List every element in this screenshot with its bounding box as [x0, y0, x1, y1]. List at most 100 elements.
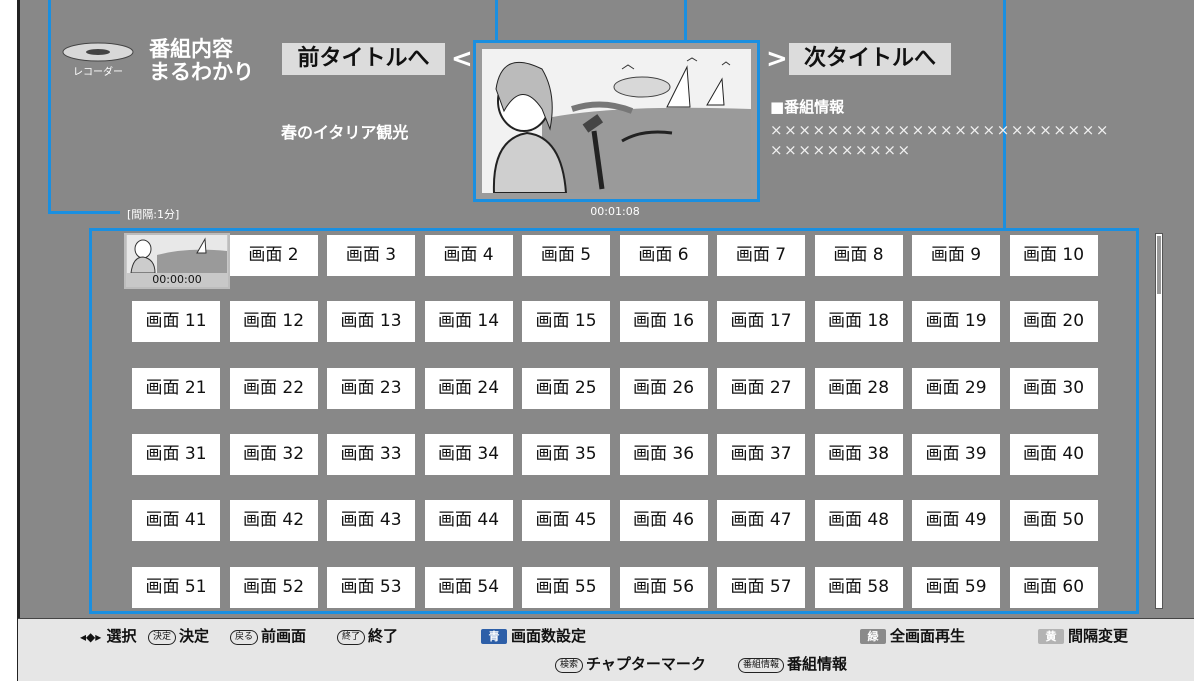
- thumbnail-cell[interactable]: 画面 35: [522, 433, 610, 475]
- search-hint: 検索 チャプターマーク: [555, 653, 706, 674]
- thumbnail-cell[interactable]: 画面 30: [1009, 367, 1098, 409]
- info-hint: 番組情報 番組情報: [738, 653, 847, 674]
- thumbnail-cell[interactable]: 画面 33: [327, 433, 415, 475]
- thumbnail-cell[interactable]: 画面 43: [327, 500, 415, 542]
- thumbnail-cell[interactable]: 画面 49: [912, 500, 1000, 542]
- green-key-icon: 緑: [860, 629, 886, 644]
- thumbnail-cell[interactable]: 画面 25: [522, 367, 610, 409]
- thumbnail-cell[interactable]: 画面 38: [814, 433, 903, 475]
- thumbnail-cell[interactable]: 画面 39: [912, 433, 1000, 475]
- thumbnail-cell[interactable]: 画面 12: [229, 301, 318, 343]
- chevron-left-icon[interactable]: <: [451, 44, 473, 74]
- thumbnail-cell[interactable]: 画面 60: [1009, 566, 1098, 608]
- thumbnail-cell[interactable]: 画面 22: [229, 367, 318, 409]
- thumbnail-cell[interactable]: 画面 59: [912, 566, 1000, 608]
- thumbnail-cell[interactable]: 画面 19: [912, 301, 1000, 343]
- scrollbar[interactable]: [1155, 233, 1163, 609]
- thumbnail-cell[interactable]: 画面 45: [522, 500, 610, 542]
- thumbnail-cell[interactable]: 画面 50: [1009, 500, 1098, 542]
- thumbnail-cell[interactable]: 画面 26: [619, 367, 708, 409]
- thumbnail-cell[interactable]: 画面 52: [229, 566, 318, 608]
- enter-key-icon: 決定: [148, 630, 177, 645]
- select-hint: ◂◆▸ 選択: [80, 625, 137, 646]
- thumbnail-cell[interactable]: 画面 16: [619, 301, 708, 343]
- thumbnail-cell[interactable]: 画面 23: [327, 367, 415, 409]
- enter-hint: 決定 決定: [148, 625, 209, 646]
- thumbnail-cell[interactable]: 画面 58: [814, 566, 903, 608]
- thumbnail-cell[interactable]: 画面 5: [522, 235, 610, 276]
- thumbnail-cell[interactable]: 画面 9: [912, 235, 1000, 276]
- thumbnail-cell[interactable]: 画面 54: [424, 566, 513, 608]
- enter-label: 決定: [179, 627, 210, 645]
- interval-label: [間隔:1分]: [127, 208, 180, 221]
- thumbnail-cell[interactable]: 画面 51: [132, 566, 220, 608]
- thumbnail-cell[interactable]: 画面 31: [132, 433, 220, 475]
- thumbnail-cell[interactable]: 画面 28: [814, 367, 903, 409]
- bezel-edge: [17, 0, 20, 681]
- back-label: 前画面: [261, 627, 307, 645]
- yellow-key-label: 間隔変更: [1068, 627, 1129, 645]
- thumbnail-cell[interactable]: 画面 17: [717, 301, 805, 343]
- callout-line: [684, 0, 687, 42]
- thumbnail-cell[interactable]: 画面 10: [1009, 235, 1098, 276]
- disc-icon: [62, 42, 134, 62]
- thumbnail-cell[interactable]: 画面 27: [717, 367, 805, 409]
- program-info-heading: ■番組情報: [770, 98, 845, 116]
- thumbnail-cell[interactable]: 画面 34: [424, 433, 513, 475]
- thumbnail-cell[interactable]: 画面 24: [424, 367, 513, 409]
- program-info-text: ××××××××××××××××××××××××××××××××××: [770, 121, 1111, 159]
- thumbnail-cell[interactable]: 画面 47: [717, 500, 805, 542]
- info-key-icon: 番組情報: [738, 658, 785, 673]
- thumbnail-cell[interactable]: 画面 7: [717, 235, 805, 276]
- blue-key-hint: 青画面数設定: [481, 625, 586, 646]
- preview-image: [482, 49, 751, 193]
- thumbnail-cell[interactable]: 画面 20: [1009, 301, 1098, 343]
- scrollbar-thumb[interactable]: [1157, 236, 1161, 294]
- thumbnail-cell[interactable]: 画面 6: [619, 235, 708, 276]
- thumbnail-cell[interactable]: 画面 14: [424, 301, 513, 343]
- thumbnail-cell[interactable]: 画面 8: [814, 235, 903, 276]
- thumbnail-cell[interactable]: 画面 13: [327, 301, 415, 343]
- prev-title-button[interactable]: 前タイトルへ: [282, 43, 445, 75]
- thumbnail-cell[interactable]: 画面 2: [229, 235, 318, 276]
- program-title: 春のイタリア観光: [281, 123, 409, 142]
- callout-line: [495, 0, 498, 42]
- thumbnail-cell[interactable]: 画面 46: [619, 500, 708, 542]
- thumbnail-cell[interactable]: 画面 11: [132, 301, 220, 343]
- thumbnail-cell[interactable]: 画面 3: [327, 235, 415, 276]
- thumbnail-cell[interactable]: 画面 15: [522, 301, 610, 343]
- thumbnail-cell[interactable]: 画面 37: [717, 433, 805, 475]
- green-key-label: 全画面再生: [890, 627, 966, 645]
- back-key-icon: 戻る: [230, 630, 259, 645]
- thumbnail-cell[interactable]: 画面 56: [619, 566, 708, 608]
- thumbnail-cell[interactable]: 画面 4: [424, 235, 513, 276]
- thumbnail-cell[interactable]: 画面 29: [912, 367, 1000, 409]
- search-key-icon: 検索: [555, 658, 584, 673]
- exit-label: 終了: [368, 627, 399, 645]
- thumbnail-cell[interactable]: 画面 48: [814, 500, 903, 542]
- chevron-right-icon[interactable]: >: [766, 44, 788, 74]
- thumbnail-cell[interactable]: 画面 36: [619, 433, 708, 475]
- thumbnail-cell[interactable]: 画面 40: [1009, 433, 1098, 475]
- blue-key-icon: 青: [481, 629, 507, 644]
- callout-line: [48, 0, 51, 213]
- thumbnail-cell[interactable]: 画面 42: [229, 500, 318, 542]
- thumbnail-cell[interactable]: 画面 53: [327, 566, 415, 608]
- yellow-key-hint: 黄間隔変更: [1038, 625, 1128, 646]
- thumbnail-cell[interactable]: 画面 32: [229, 433, 318, 475]
- logo-label: レコーダー: [73, 67, 123, 78]
- thumbnail-timestamp: 00:00:00: [152, 273, 202, 286]
- thumbnail-cell[interactable]: 画面 18: [814, 301, 903, 343]
- footer-bar: ◂◆▸ 選択 決定 決定 戻る 前画面 終了 終了 青画面数設定 検索 チャプターマーク…: [18, 619, 1194, 681]
- callout-line: [48, 211, 120, 214]
- thumbnail-cell[interactable]: 画面 55: [522, 566, 610, 608]
- thumbnail-cell[interactable]: 画面 57: [717, 566, 805, 608]
- yellow-key-icon: 黄: [1038, 629, 1064, 644]
- dpad-icon: ◂◆▸: [80, 630, 102, 644]
- thumbnail-cell[interactable]: 画面 41: [132, 500, 220, 542]
- preview-window: [473, 40, 760, 202]
- thumbnail-cell-selected[interactable]: 00:00:00: [124, 233, 230, 289]
- thumbnail-cell[interactable]: 画面 21: [132, 367, 220, 409]
- thumbnail-cell[interactable]: 画面 44: [424, 500, 513, 542]
- next-title-button[interactable]: 次タイトルへ: [789, 43, 951, 75]
